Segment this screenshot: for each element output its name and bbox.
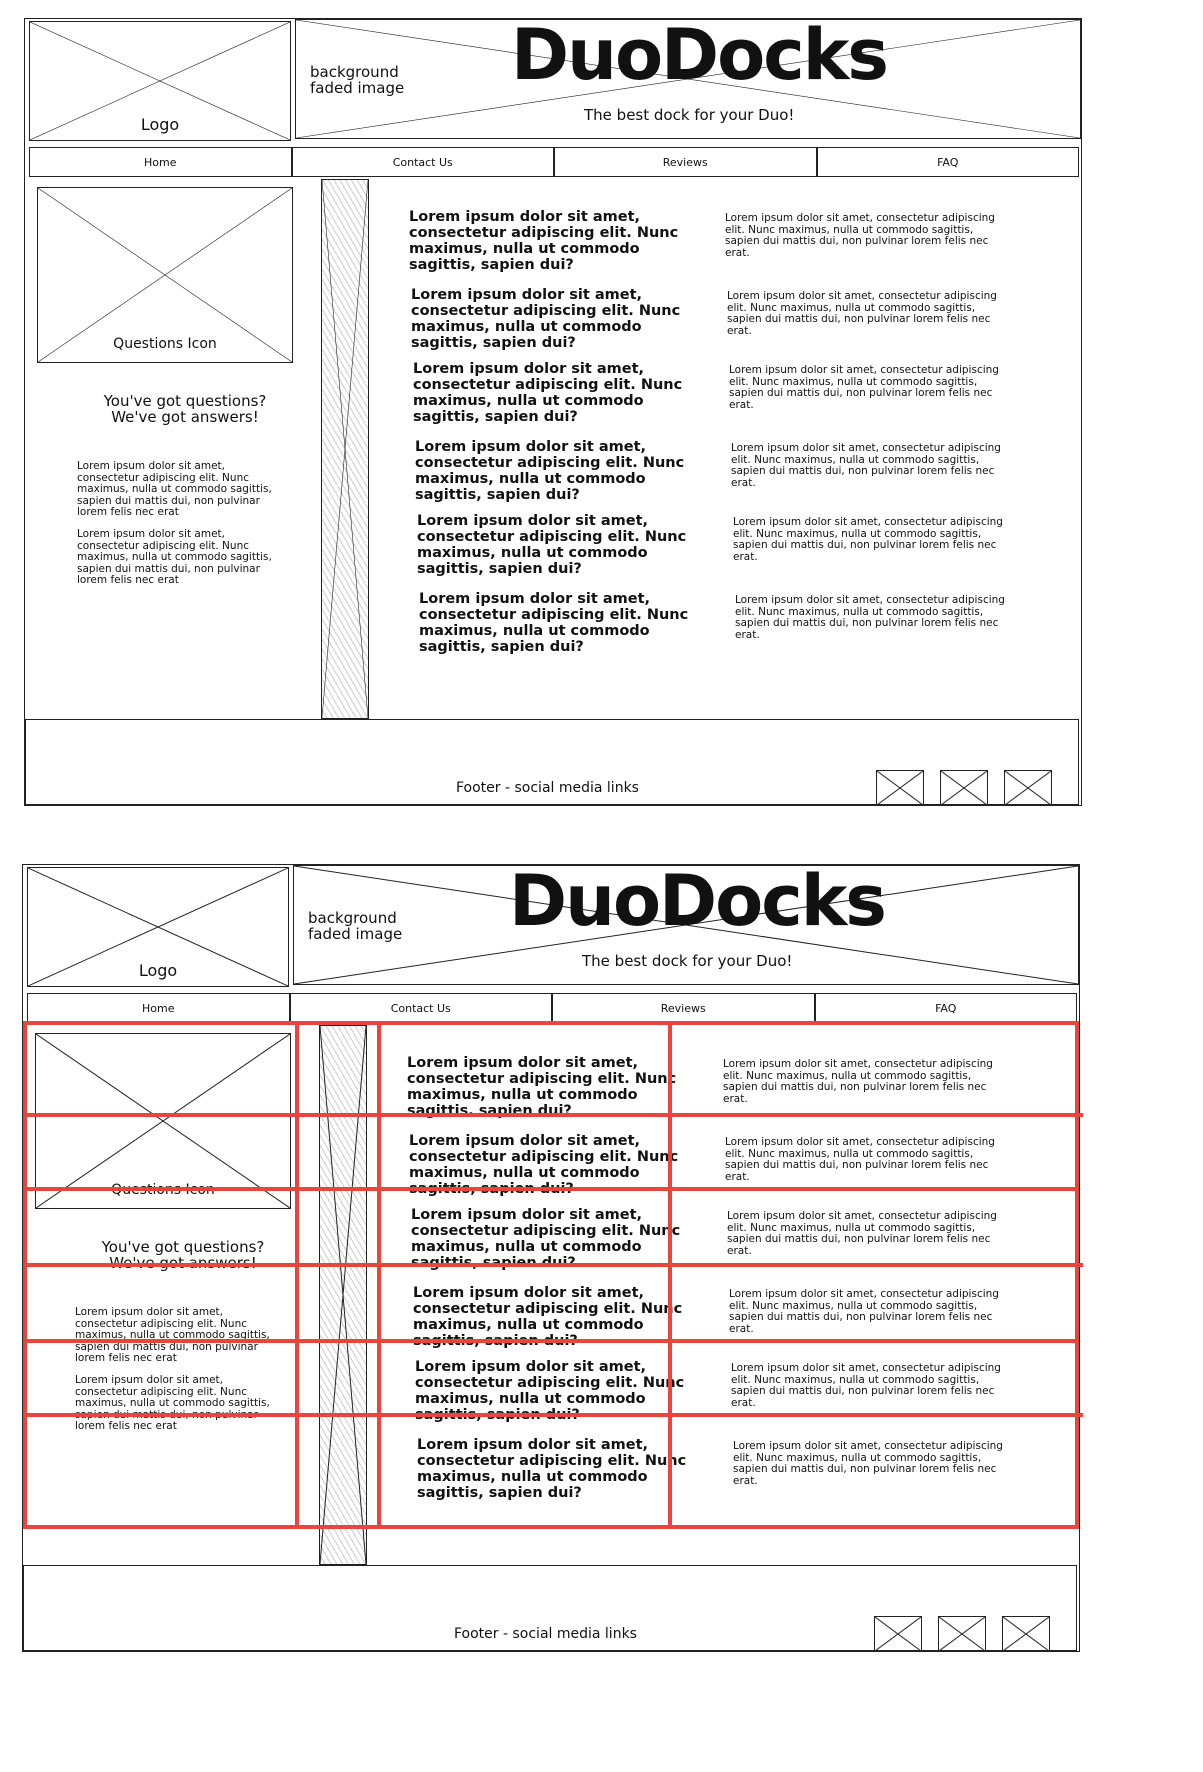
faq-question: Lorem ipsum dolor sit amet, consectetur …	[411, 287, 681, 351]
questions-icon-placeholder: Questions Icon	[37, 187, 293, 363]
grid-line	[1075, 1021, 1079, 1529]
grid-line	[377, 1021, 381, 1529]
grid-line	[23, 1021, 27, 1529]
footer: Footer - social media links	[25, 719, 1079, 806]
faq-question: Lorem ipsum dolor sit amet, consectetur …	[407, 1055, 677, 1119]
grid-line	[23, 1525, 1079, 1529]
grid-line	[23, 1113, 1083, 1117]
faq-answer: Lorem ipsum dolor sit amet, consectetur …	[735, 594, 1005, 641]
nav-faq[interactable]: FAQ	[814, 993, 1077, 1023]
footer: Footer - social media links	[23, 1565, 1077, 1652]
questions-icon-placeholder: Questions Icon	[35, 1033, 291, 1209]
faq-answer: Lorem ipsum dolor sit amet, consectetur …	[727, 290, 997, 337]
grid-line	[23, 1263, 1083, 1267]
nav-faq[interactable]: FAQ	[816, 147, 1079, 177]
grid-line	[295, 1021, 299, 1529]
header-banner: background faded image DuoDocks The best…	[293, 860, 1079, 985]
faq-answer: Lorem ipsum dolor sit amet, consectetur …	[733, 1440, 1003, 1487]
nav-contact-us[interactable]: Contact Us	[289, 993, 552, 1023]
social-icon[interactable]	[874, 1616, 922, 1652]
faq-question: Lorem ipsum dolor sit amet, consectetur …	[415, 439, 685, 503]
wireframe-1: Logo background faded image DuoDocks The…	[24, 14, 1082, 806]
nav-reviews[interactable]: Reviews	[554, 147, 817, 177]
scrollbar-image-icon	[320, 1026, 366, 1564]
questions-icon-label: Questions Icon	[113, 336, 217, 352]
faq-answer: Lorem ipsum dolor sit amet, consectetur …	[733, 516, 1003, 563]
grid-line	[668, 1021, 672, 1529]
faq-question: Lorem ipsum dolor sit amet, consectetur …	[409, 209, 679, 273]
faq-answer: Lorem ipsum dolor sit amet, consectetur …	[729, 364, 999, 411]
faq-question: Lorem ipsum dolor sit amet, consectetur …	[417, 1437, 687, 1501]
faq-answer: Lorem ipsum dolor sit amet, consectetur …	[723, 1058, 993, 1105]
background-label: background faded image	[310, 63, 405, 97]
faq-question: Lorem ipsum dolor sit amet, consectetur …	[413, 361, 683, 425]
faq-question: Lorem ipsum dolor sit amet, consectetur …	[411, 1207, 681, 1271]
tagline: The best dock for your Duo!	[582, 952, 793, 970]
nav-bar: Home Contact Us Reviews FAQ	[27, 993, 1077, 1023]
tagline: The best dock for your Duo!	[584, 106, 795, 124]
background-label: background faded image	[308, 909, 403, 943]
sidebar-paragraph-1: Lorem ipsum dolor sit amet, consectetur …	[75, 1306, 270, 1364]
nav-bar: Home Contact Us Reviews FAQ	[29, 147, 1079, 177]
scrollbar-placeholder[interactable]	[319, 1025, 367, 1565]
social-icon[interactable]	[1002, 1616, 1050, 1652]
faq-answer: Lorem ipsum dolor sit amet, consectetur …	[725, 212, 995, 259]
grid-line	[23, 1339, 1079, 1343]
logo-label: Logo	[140, 115, 180, 134]
faq-answer: Lorem ipsum dolor sit amet, consectetur …	[731, 442, 1001, 489]
scrollbar-placeholder[interactable]	[321, 179, 369, 719]
faq-answer: Lorem ipsum dolor sit amet, consectetur …	[727, 1210, 997, 1257]
nav-home[interactable]: Home	[29, 147, 292, 177]
wireframe-2: Logo background faded image DuoDocks The…	[22, 860, 1083, 1652]
nav-contact-us[interactable]: Contact Us	[291, 147, 554, 177]
logo-placeholder: Logo	[29, 21, 291, 141]
grid-line	[23, 1187, 1079, 1191]
sidebar-paragraph-2: Lorem ipsum dolor sit amet, consectetur …	[77, 528, 272, 586]
faq-answer: Lorem ipsum dolor sit amet, consectetur …	[731, 1362, 1001, 1409]
sidebar-paragraph-1: Lorem ipsum dolor sit amet, consectetur …	[77, 460, 272, 518]
social-icon[interactable]	[940, 770, 988, 806]
faq-question: Lorem ipsum dolor sit amet, consectetur …	[419, 591, 689, 655]
footer-label: Footer - social media links	[454, 1626, 637, 1642]
faq-question: Lorem ipsum dolor sit amet, consectetur …	[417, 513, 687, 577]
sidebar-paragraph-2: Lorem ipsum dolor sit amet, consectetur …	[75, 1374, 270, 1432]
sidebar-heading: You've got questions? We've got answers!	[103, 392, 267, 426]
logo-label: Logo	[138, 961, 178, 980]
footer-label: Footer - social media links	[456, 780, 639, 796]
scrollbar-image-icon	[322, 180, 368, 718]
header-banner: background faded image DuoDocks The best…	[295, 14, 1081, 139]
nav-reviews[interactable]: Reviews	[552, 993, 815, 1023]
social-icon[interactable]	[938, 1616, 986, 1652]
faq-answer: Lorem ipsum dolor sit amet, consectetur …	[725, 1136, 995, 1183]
nav-home[interactable]: Home	[27, 993, 290, 1023]
logo-placeholder: Logo	[27, 867, 289, 987]
site-title: DuoDocks	[509, 860, 887, 942]
grid-line	[23, 1413, 1083, 1417]
grid-line	[23, 1021, 1079, 1025]
site-title: DuoDocks	[511, 14, 889, 96]
social-icon[interactable]	[1004, 770, 1052, 806]
faq-answer: Lorem ipsum dolor sit amet, consectetur …	[729, 1288, 999, 1335]
social-icon[interactable]	[876, 770, 924, 806]
